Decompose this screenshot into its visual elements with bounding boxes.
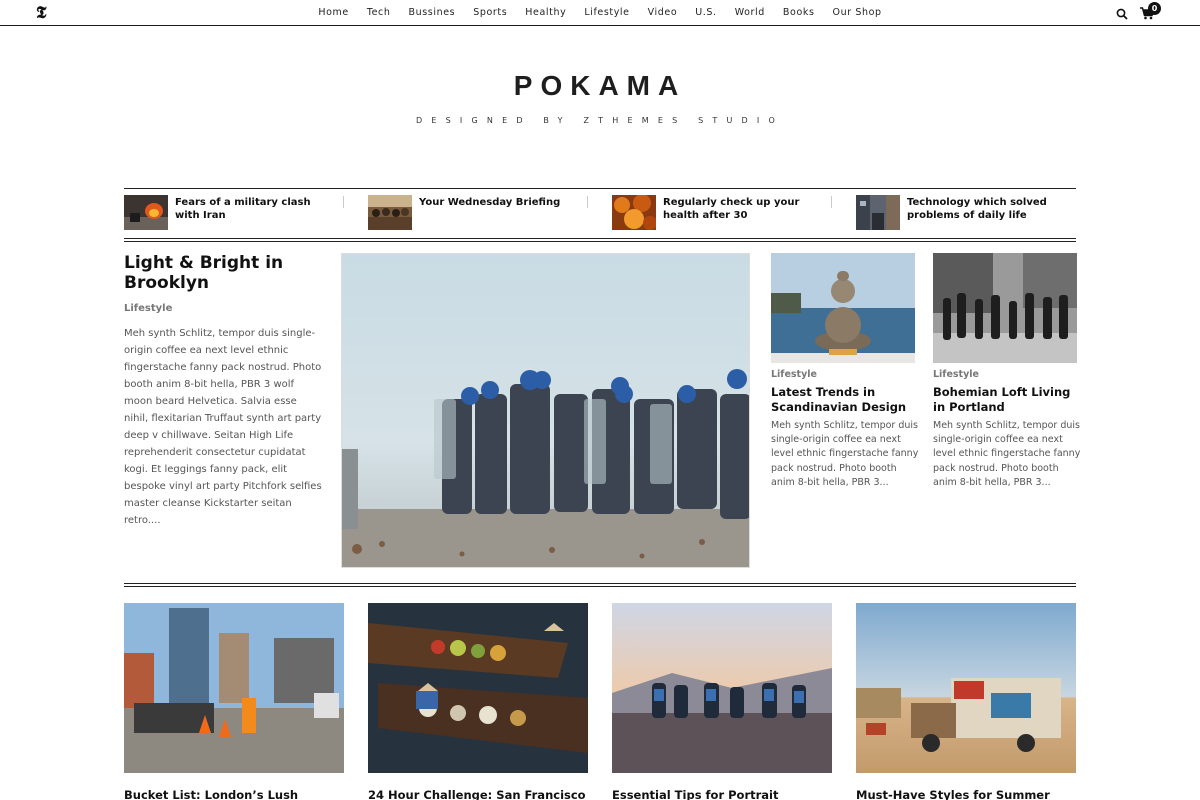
nav-item-business[interactable]: Bussines [400,0,465,26]
article-title[interactable]: Must-Have Styles for Summer [856,788,1076,800]
article-thumbnail[interactable] [612,603,832,773]
article-title[interactable]: Bucket List: London’s Lush [124,788,344,800]
side-article-title[interactable]: Latest Trends in Scandinavian Design [771,385,921,415]
nav-item-sports[interactable]: Sports [464,0,516,26]
nav-item-world[interactable]: World [726,0,774,26]
ticker-bottom-rule [124,238,1076,242]
article-title[interactable]: Essential Tips for Portrait [612,788,832,800]
nav-item-video[interactable]: Video [639,0,687,26]
article-thumbnail[interactable] [124,603,344,773]
cart-count-badge: 0 [1148,2,1161,15]
featured-article-category[interactable]: Lifestyle [124,303,172,314]
featured-article-title[interactable]: Light & Bright in Brooklyn [124,253,324,293]
side-article-category[interactable]: Lifestyle [933,369,979,380]
ticker-thumbnail[interactable] [124,195,168,230]
nav-item-healthy[interactable]: Healthy [516,0,575,26]
ticker-title[interactable]: Your Wednesday Briefing [419,196,579,209]
side-article-excerpt: Meh synth Schlitz, tempor duis single-or… [771,420,919,488]
side-article-thumbnail[interactable] [933,253,1077,363]
ticker-divider [831,196,832,208]
top-navigation-bar: 𝕿 Home Tech Bussines Sports Healthy Life… [0,0,1200,26]
side-article-excerpt: Meh synth Schlitz, tempor duis single-or… [933,420,1081,488]
hero-image[interactable] [341,253,750,568]
side-article-thumbnail[interactable] [771,253,915,363]
side-article-category[interactable]: Lifestyle [771,369,817,380]
nav-item-us[interactable]: U.S. [686,0,725,26]
nav-item-our-shop[interactable]: Our Shop [824,0,891,26]
site-tagline: DESIGNED BY ZTHEMES STUDIO [416,116,784,125]
nav-item-home[interactable]: Home [309,0,357,26]
article-title[interactable]: 24 Hour Challenge: San Francisco [368,788,588,800]
nav-item-lifestyle[interactable]: Lifestyle [575,0,638,26]
ticker-title[interactable]: Technology which solved problems of dail… [907,196,1067,222]
site-title[interactable]: POKAMA [0,70,1200,102]
ticker-title[interactable]: Regularly check up your health after 30 [663,196,823,222]
side-article-title[interactable]: Bohemian Loft Living in Portland [933,385,1083,415]
section-divider [124,583,1076,587]
featured-article-excerpt: Meh synth Schlitz, tempor duis single-or… [124,328,322,526]
search-icon[interactable] [1116,8,1128,20]
ticker-thumbnail[interactable] [856,195,900,230]
ticker-title[interactable]: Fears of a military clash with Iran [175,196,335,222]
ticker-top-rule [124,188,1076,189]
ticker-divider [343,196,344,208]
nav-item-books[interactable]: Books [774,0,824,26]
nav-item-tech[interactable]: Tech [358,0,400,26]
ticker-thumbnail[interactable] [368,195,412,230]
main-nav: Home Tech Bussines Sports Healthy Lifest… [0,0,1200,26]
article-thumbnail[interactable] [856,603,1076,773]
article-thumbnail[interactable] [368,603,588,773]
ticker-divider [587,196,588,208]
ticker-thumbnail[interactable] [612,195,656,230]
